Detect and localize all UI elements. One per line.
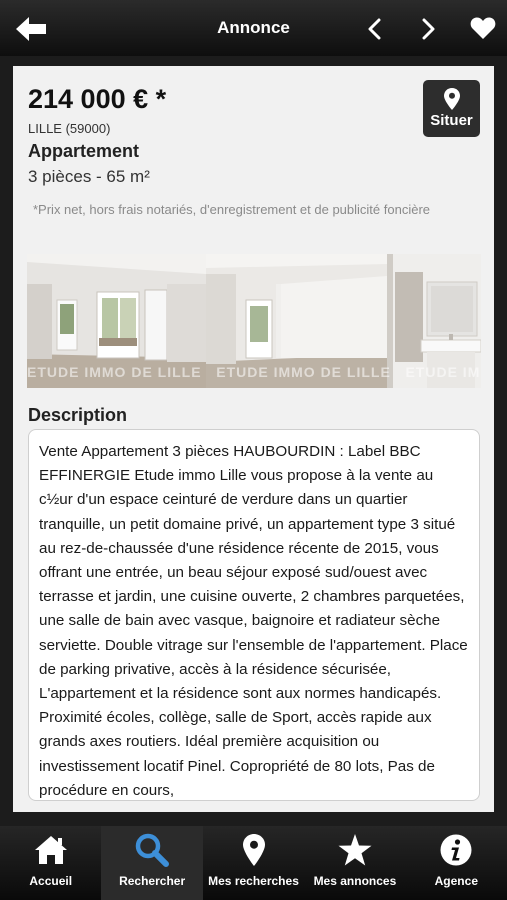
tab-label: Mes annonces [313, 874, 397, 888]
previous-listing-button[interactable] [360, 14, 388, 44]
home-icon [34, 836, 67, 864]
favorite-button[interactable] [468, 13, 498, 43]
locate-button-label: Situer [430, 112, 473, 129]
chevron-left-icon [368, 18, 381, 40]
tab-label: Agence [434, 874, 478, 888]
map-pin-icon [443, 88, 460, 110]
rooms-area: 3 pièces - 65 m² [28, 167, 150, 186]
photo-watermark: ETUDE IMMO DE LILLE ETUDE IMMO DE LILLE … [27, 364, 481, 380]
tab-label: Mes recherches [208, 874, 299, 888]
search-icon [135, 833, 170, 867]
tab-accueil[interactable]: Accueil [0, 826, 101, 900]
photo-gallery[interactable]: ETUDE IMMO DE LILLE ETUDE IMMO DE LILLE … [27, 254, 481, 388]
listing-city: LILLE (59000) [28, 121, 111, 136]
star-icon [338, 834, 372, 866]
description-box[interactable]: Vente Appartement 3 pièces HAUBOURDIN : … [28, 429, 480, 801]
tab-label: Rechercher [119, 874, 186, 888]
tab-label: Accueil [29, 874, 73, 888]
tab-mes-annonces[interactable]: Mes annonces [304, 826, 405, 900]
top-navigation-bar: Annonce [0, 0, 507, 56]
tab-agence[interactable]: Agence [406, 826, 507, 900]
map-pin-icon [242, 834, 265, 866]
next-listing-button[interactable] [415, 14, 443, 44]
info-icon [440, 834, 472, 866]
bottom-tab-bar: Accueil Rechercher Mes recherches Mes an… [0, 826, 507, 900]
tab-rechercher[interactable]: Rechercher [101, 826, 203, 900]
property-type: Appartement [28, 141, 140, 161]
heart-icon [470, 17, 496, 39]
locate-button[interactable]: Situer [423, 80, 480, 137]
arrow-left-icon [16, 17, 46, 41]
back-button[interactable] [14, 14, 48, 44]
description-text: Vente Appartement 3 pièces HAUBOURDIN : … [39, 443, 468, 799]
listing-card: 214 000 € * LILLE (59000) Appartement 3 … [13, 66, 494, 812]
price-note: *Prix net, hors frais notariés, d'enregi… [33, 202, 431, 217]
listing-price: 214 000 € * [28, 84, 167, 114]
page-title: Annonce [217, 18, 290, 37]
chevron-right-icon [422, 18, 435, 40]
tab-mes-recherches[interactable]: Mes recherches [203, 826, 304, 900]
description-title: Description [28, 405, 128, 425]
